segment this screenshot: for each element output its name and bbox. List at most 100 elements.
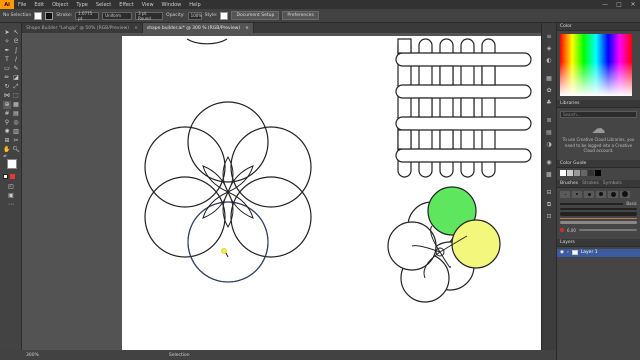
properties-icon[interactable]: ≡ [545,33,553,41]
tab-shape-builder-ai[interactable]: shape builder.ai* @ 300 % (RGB/Preview) … [142,23,254,33]
menu-select[interactable]: Select [92,2,115,8]
brush-stroke-preview[interactable] [560,207,637,210]
drawing-mode-icon[interactable]: ◰ [7,183,15,191]
menu-object[interactable]: Object [48,2,72,8]
tab-close-icon[interactable]: × [245,26,249,31]
eyedropper-tool-icon[interactable]: ⚲ [3,119,11,127]
width-tool-icon[interactable]: ⋈ [3,92,11,100]
zoom-level[interactable]: 300% [26,353,39,358]
menu-edit[interactable]: Edit [30,2,48,8]
transparency-icon[interactable]: ◑ [545,141,553,149]
brush-definition[interactable]: 3 pt. Round [135,11,164,21]
fill-swatch[interactable] [34,11,43,20]
paintbrush-tool-icon[interactable]: ✎ [12,65,20,73]
selection-tool-icon[interactable]: ➤ [3,29,11,37]
tab-strokes[interactable]: Strokes [582,181,599,186]
menu-view[interactable]: View [138,2,158,8]
preferences-button[interactable]: Preferences [282,11,319,20]
gradient-tool-icon[interactable]: ▤ [12,110,20,118]
curvature-tool-icon[interactable]: ∫ [12,47,20,55]
pencil-tool-icon[interactable]: ✏ [3,74,11,82]
layer-row[interactable]: ◉ › Layer 1 [557,248,640,257]
libraries-panel-header[interactable]: Libraries [557,100,640,108]
stroke-swatch[interactable] [45,11,54,20]
swatches-icon[interactable]: ▦ [545,75,553,83]
libraries-icon[interactable]: ◐ [545,57,553,65]
basic-brush-row[interactable]: Basic [557,201,640,206]
rectangle-tool-icon[interactable]: ▭ [3,65,11,73]
brush-item[interactable] [560,190,570,198]
tab-symbols[interactable]: Symbols [603,181,622,186]
color-mode-icon[interactable] [3,174,8,179]
menu-help[interactable]: Help [185,2,204,8]
color-spectrum[interactable] [560,34,632,96]
menu-file[interactable]: File [14,2,30,8]
graph-tool-icon[interactable]: ▥ [12,128,20,136]
line-tool-icon[interactable]: / [12,56,20,64]
artboard[interactable] [122,36,556,350]
brush-item[interactable] [596,190,606,198]
tab-close-icon[interactable]: × [134,26,138,31]
direct-selection-tool-icon[interactable]: ↖ [12,29,20,37]
layers-panel-header[interactable]: Layers [557,238,640,247]
edit-toolbar-icon[interactable]: ⋯ [7,201,15,209]
brush-item[interactable] [572,190,582,198]
blend-tool-icon[interactable]: ◎ [12,119,20,127]
appearance-icon[interactable]: ◉ [545,159,553,167]
menu-effect[interactable]: Effect [115,2,137,8]
brush-item[interactable] [620,190,630,198]
magic-wand-tool-icon[interactable]: ✧ [3,38,11,46]
layers-icon[interactable]: ◈ [545,45,553,53]
color-guide-swatches[interactable] [557,168,640,178]
close-window-button[interactable]: ✕ [626,1,640,8]
gradient-icon[interactable]: ▤ [545,129,553,137]
brushes-icon[interactable]: ✿ [545,87,553,95]
menu-type[interactable]: Type [72,2,91,8]
artwork[interactable] [122,36,556,350]
symbol-sprayer-tool-icon[interactable]: ✺ [3,128,11,136]
stroke-weight-field[interactable]: 1.0775 pt [75,11,100,21]
brush-item[interactable] [584,190,594,198]
fill-color-box[interactable] [7,159,17,169]
brush-size-row[interactable]: 6.00 [557,226,640,235]
expand-chevron-icon[interactable]: › [567,250,569,255]
screen-mode-icon[interactable]: ▣ [7,192,15,200]
tab-shape-builder-lehgip[interactable]: Shape Builder "Lehgip" @ 50% (RGB/Previe… [22,23,143,33]
color-guide-panel-header[interactable]: Color Guide [557,159,640,168]
tab-brushes[interactable]: Brushes [560,181,578,186]
maximize-button[interactable]: □ [612,1,626,8]
type-tool-icon[interactable]: T [3,56,11,64]
brush-stroke-preview[interactable] [560,211,637,216]
zoom-tool-icon[interactable]: 🔍︎ [12,146,20,154]
slice-tool-icon[interactable]: ✂ [12,137,20,145]
shape-builder-tool-icon[interactable]: ⊕ [3,101,11,109]
pen-tool-icon[interactable]: ✒ [3,47,11,55]
color-panel-header[interactable]: Color [557,23,640,31]
free-transform-tool-icon[interactable]: ⬚ [12,92,20,100]
eraser-tool-icon[interactable]: ◪ [12,74,20,82]
document-setup-button[interactable]: Document Setup [231,11,280,20]
brush-item[interactable] [608,190,618,198]
pathfinder-icon[interactable]: ⧉ [545,201,553,209]
graphic-style-swatch[interactable] [220,11,229,20]
artboard-tool-icon[interactable]: ⊞ [3,137,11,145]
transform-icon[interactable]: ⊡ [545,213,553,221]
menu-window[interactable]: Window [158,2,186,8]
stroke-icon[interactable]: ≣ [545,117,553,125]
graphic-styles-icon[interactable]: ▩ [545,171,553,179]
rotate-tool-icon[interactable]: ↻ [3,83,11,91]
perspective-grid-tool-icon[interactable]: ▦ [12,101,20,109]
none-mode-icon[interactable] [10,174,15,179]
symbols-icon[interactable]: ♣ [545,99,553,107]
libraries-search-input[interactable]: Search... [560,111,637,118]
brush-stroke-preview[interactable] [560,217,637,219]
variable-width-profile[interactable]: Uniform [102,11,133,20]
swap-fill-stroke-icon[interactable]: ⇄ [3,154,7,158]
visibility-eye-icon[interactable]: ◉ [560,250,564,255]
scale-tool-icon[interactable]: ⤢ [12,83,20,91]
mesh-tool-icon[interactable]: # [3,110,11,118]
lasso-tool-icon[interactable]: ᘓ [12,38,20,46]
align-icon[interactable]: ⊟ [545,189,553,197]
brush-stroke-preview[interactable] [560,220,637,224]
canvas-area[interactable] [22,33,556,350]
